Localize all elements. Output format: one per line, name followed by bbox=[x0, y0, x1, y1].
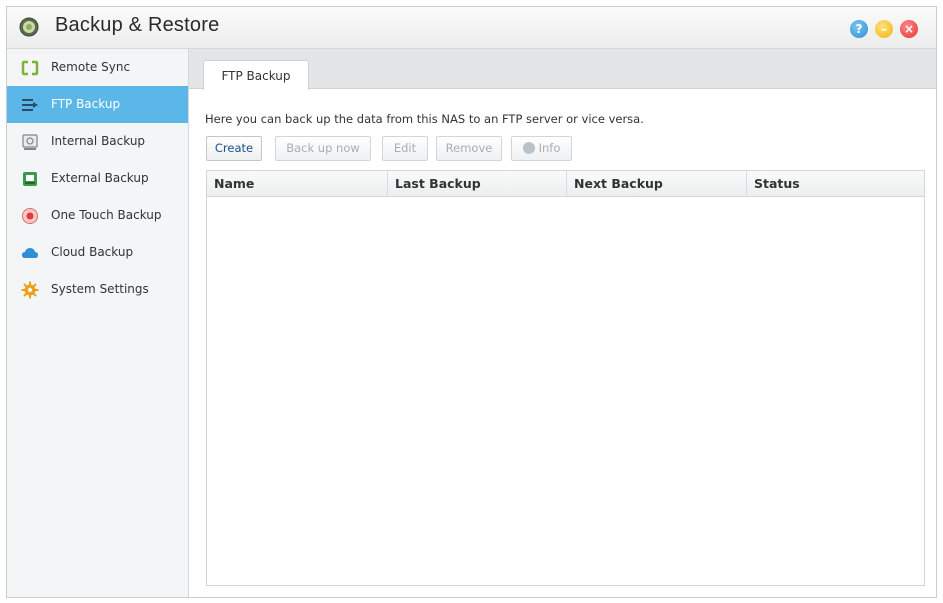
remote-sync-icon bbox=[21, 60, 39, 76]
column-header-name[interactable]: Name bbox=[207, 171, 388, 196]
title-bar: Backup & Restore ? – × bbox=[7, 7, 936, 49]
app-icon bbox=[19, 17, 39, 37]
backup-restore-window: Backup & Restore ? – × Remote Sync FTP B… bbox=[6, 6, 937, 598]
sidebar-item-internal-backup[interactable]: Internal Backup bbox=[7, 123, 188, 160]
sidebar: Remote Sync FTP Backup Internal Backup E… bbox=[7, 49, 189, 597]
help-icon: ? bbox=[855, 22, 863, 36]
sidebar-item-label: FTP Backup bbox=[51, 97, 121, 111]
sidebar-item-label: One Touch Backup bbox=[51, 208, 162, 222]
cloud-icon bbox=[22, 248, 38, 258]
main-content: FTP Backup Here you can back up the data… bbox=[189, 49, 936, 597]
column-header-next-backup[interactable]: Next Backup bbox=[567, 171, 747, 196]
column-header-last-backup[interactable]: Last Backup bbox=[388, 171, 567, 196]
sidebar-item-label: System Settings bbox=[51, 282, 149, 296]
create-button[interactable]: Create bbox=[206, 136, 262, 161]
sidebar-item-label: Internal Backup bbox=[51, 134, 146, 148]
sidebar-item-label: Remote Sync bbox=[51, 60, 131, 74]
sidebar-item-label: External Backup bbox=[51, 171, 149, 185]
backup-jobs-table: Name Last Backup Next Backup Status bbox=[206, 170, 925, 586]
tab-strip: FTP Backup bbox=[189, 49, 936, 90]
column-header-status[interactable]: Status bbox=[747, 171, 924, 196]
external-backup-icon bbox=[23, 172, 37, 186]
minimize-button[interactable]: – bbox=[875, 20, 893, 38]
sidebar-item-ftp-backup[interactable]: FTP Backup bbox=[7, 86, 188, 123]
internal-backup-icon bbox=[22, 134, 38, 150]
page-description: Here you can back up the data from this … bbox=[205, 112, 644, 126]
table-header: Name Last Backup Next Backup Status bbox=[207, 171, 924, 197]
info-icon bbox=[522, 142, 535, 154]
sidebar-item-cloud-backup[interactable]: Cloud Backup bbox=[7, 234, 188, 271]
gear-icon bbox=[21, 281, 39, 299]
help-button[interactable]: ? bbox=[850, 20, 868, 38]
ftp-backup-icon bbox=[22, 99, 38, 111]
back-up-now-button[interactable]: Back up now bbox=[275, 136, 371, 161]
remove-button[interactable]: Remove bbox=[436, 136, 502, 161]
sidebar-item-external-backup[interactable]: External Backup bbox=[7, 160, 188, 197]
sidebar-item-label: Cloud Backup bbox=[51, 245, 134, 259]
window-title: Backup & Restore bbox=[55, 14, 220, 36]
tab-ftp-backup[interactable]: FTP Backup bbox=[203, 60, 309, 90]
sidebar-item-remote-sync[interactable]: Remote Sync bbox=[7, 49, 188, 86]
minimize-icon: – bbox=[881, 22, 887, 36]
info-button-label: Info bbox=[538, 141, 561, 155]
sidebar-item-one-touch-backup[interactable]: One Touch Backup bbox=[7, 197, 188, 234]
sidebar-item-system-settings[interactable]: System Settings bbox=[7, 271, 188, 308]
close-button[interactable]: × bbox=[900, 20, 918, 38]
info-button[interactable]: Info bbox=[511, 136, 572, 161]
one-touch-backup-icon bbox=[22, 208, 38, 224]
close-icon: × bbox=[903, 22, 915, 36]
edit-button[interactable]: Edit bbox=[382, 136, 428, 161]
